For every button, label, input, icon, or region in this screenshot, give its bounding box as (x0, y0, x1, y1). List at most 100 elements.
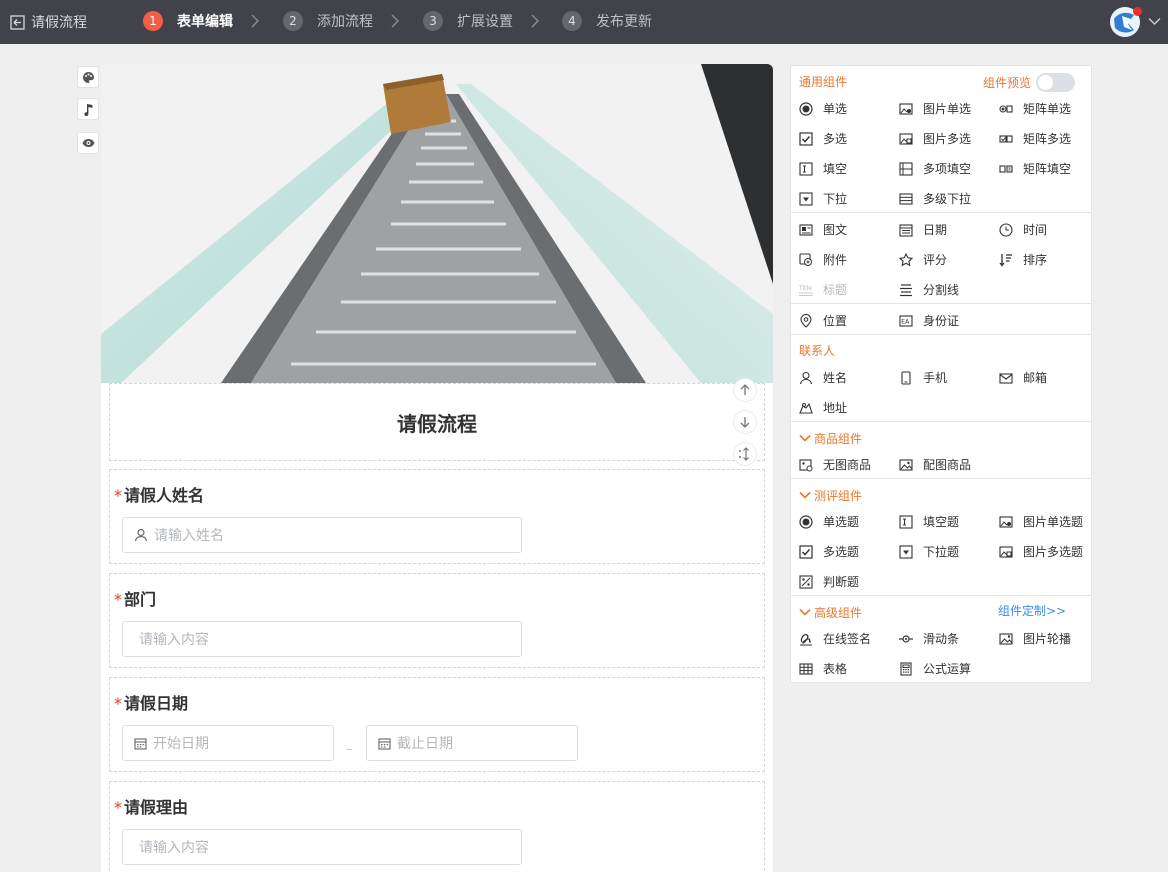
comp-label: 图片轮播 (1023, 632, 1072, 646)
comp-image-multi-question[interactable]: 图片多选题 (999, 543, 1083, 560)
reason-input-placeholder: 请输入内容 (139, 840, 209, 856)
goods-icon (799, 458, 813, 471)
back-button[interactable]: 请假流程 (10, 12, 87, 32)
comp-divider[interactable]: 分割线 (899, 281, 959, 298)
comp-signature[interactable]: 在线签名 (799, 630, 871, 647)
comp-single-choice-question[interactable]: 单选题 (799, 513, 859, 530)
comp-cascade-dropdown[interactable]: 多级下拉 (899, 190, 971, 207)
comp-formula[interactable]: 公式运算 (899, 660, 971, 677)
comp-slider[interactable]: 滑动条 (899, 630, 959, 647)
required-mark: * (114, 798, 122, 817)
field-leave-date[interactable]: * 请假日期 开始日期 – 截止日期 (109, 677, 765, 772)
clock-icon (999, 222, 1013, 237)
preview-toggle[interactable] (1036, 73, 1075, 92)
required-mark: * (114, 590, 122, 609)
form-canvas: 请假流程 * 请假人姓名 请输入姓名 * 部门 请输入内容 * 请假日期 开始日期 –… (101, 64, 773, 872)
comp-matrix-checkbox[interactable]: 矩阵多选 (999, 130, 1071, 147)
chevron-down-icon[interactable] (1148, 17, 1161, 26)
palette-icon (82, 71, 94, 83)
comp-id-card[interactable]: EA 身份证 (899, 312, 959, 329)
calendar-icon (134, 737, 147, 750)
comp-address[interactable]: 地址 (799, 399, 847, 416)
move-down-button[interactable] (733, 410, 757, 434)
form-title-block[interactable]: 请假流程 (109, 383, 765, 461)
comp-rating[interactable]: 评分 (899, 251, 947, 268)
comp-label: 单选 (823, 102, 848, 116)
comp-heading[interactable]: Title 标题 (799, 281, 847, 298)
comp-label: 表格 (823, 662, 848, 676)
comp-goods-with-image[interactable]: 配图商品 (899, 456, 971, 473)
chevron-right-icon (531, 14, 540, 28)
section-title-advanced[interactable]: 高级组件 (799, 604, 862, 621)
comp-image-text[interactable]: 图文 (799, 221, 847, 238)
comp-image-checkbox[interactable]: 图片多选 (899, 130, 971, 147)
comp-multi-choice-question[interactable]: 多选题 (799, 543, 859, 560)
step-number: 2 (283, 11, 303, 31)
comp-label: 排序 (1023, 253, 1048, 267)
text-field-icon (799, 161, 813, 176)
comp-image-single-question[interactable]: 图片单选题 (999, 513, 1083, 530)
comp-mobile[interactable]: 手机 (899, 369, 947, 386)
mail-icon (999, 372, 1013, 384)
drag-handle[interactable] (733, 442, 757, 466)
department-input[interactable]: 请输入内容 (122, 621, 522, 657)
arrow-up-icon (740, 384, 750, 395)
step-publish[interactable]: 4 发布更新 (562, 11, 652, 31)
end-date-input[interactable]: 截止日期 (366, 725, 578, 761)
name-input[interactable]: 请输入姓名 (122, 517, 522, 553)
end-date-placeholder: 截止日期 (397, 736, 453, 752)
section-title-eval[interactable]: 测评组件 (799, 487, 862, 504)
step-extend-settings[interactable]: 3 扩展设置 (423, 11, 513, 31)
section-title-goods[interactable]: 商品组件 (799, 430, 862, 447)
step-form-edit[interactable]: 1 表单编辑 (143, 11, 233, 31)
field-leave-reason[interactable]: * 请假理由 请输入内容 (109, 781, 765, 872)
comp-dropdown[interactable]: 下拉 (799, 190, 847, 207)
comp-location[interactable]: 位置 (799, 312, 847, 329)
sort-icon (999, 253, 1012, 267)
music-icon (84, 103, 93, 116)
comp-table[interactable]: 表格 (799, 660, 847, 677)
section-title-general: 通用组件 (799, 75, 848, 89)
field-label: * 请假日期 (114, 690, 188, 714)
image-text-icon (799, 223, 813, 236)
reason-input[interactable]: 请输入内容 (122, 829, 522, 865)
start-date-input[interactable]: 开始日期 (122, 725, 334, 761)
comp-dropdown-question[interactable]: 下拉题 (899, 543, 959, 560)
custom-component-link[interactable]: 组件定制>> (998, 602, 1066, 619)
comp-date[interactable]: 日期 (899, 221, 947, 238)
music-button[interactable] (77, 98, 99, 120)
comp-time[interactable]: 时间 (999, 221, 1047, 238)
preview-button[interactable] (77, 132, 99, 154)
field-department[interactable]: * 部门 请输入内容 (109, 573, 765, 668)
comp-matrix-radio[interactable]: 矩阵单选 (999, 100, 1071, 117)
comp-name[interactable]: 姓名 (799, 369, 847, 386)
comp-goods-no-image[interactable]: 无图商品 (799, 456, 871, 473)
comp-fill-blank[interactable]: 填空 (799, 160, 847, 177)
move-up-button[interactable] (733, 378, 757, 402)
department-input-placeholder: 请输入内容 (139, 632, 209, 648)
comp-email[interactable]: 邮箱 (999, 369, 1047, 386)
image-radio-icon (899, 102, 913, 115)
theme-button[interactable] (77, 66, 99, 88)
title-icon: Title (799, 285, 813, 296)
comp-matrix-fill[interactable]: 矩阵填空 (999, 160, 1071, 177)
user-avatar[interactable] (1110, 7, 1142, 39)
comp-sort[interactable]: 排序 (999, 251, 1047, 268)
field-label-text: 请假日期 (124, 694, 189, 713)
step-add-flow[interactable]: 2 添加流程 (283, 11, 373, 31)
comp-true-false-question[interactable]: 判断题 (799, 573, 859, 590)
comp-radio[interactable]: 单选 (799, 100, 847, 117)
image-checkbox-icon (999, 545, 1013, 558)
calendar-icon (378, 737, 391, 750)
field-applicant-name[interactable]: * 请假人姓名 请输入姓名 (109, 469, 765, 564)
comp-image-radio[interactable]: 图片单选 (899, 100, 971, 117)
comp-label: 单选题 (823, 515, 860, 529)
comp-multi-fill[interactable]: 多项填空 (899, 160, 971, 177)
comp-checkbox[interactable]: 多选 (799, 130, 847, 147)
notification-dot (1133, 7, 1142, 16)
comp-carousel[interactable]: 图片轮播 (999, 630, 1071, 647)
comp-label: 身份证 (923, 314, 960, 328)
comp-attachment[interactable]: 附件 (799, 251, 847, 268)
comp-fill-question[interactable]: 填空题 (899, 513, 959, 530)
comp-label: 配图商品 (923, 458, 972, 472)
